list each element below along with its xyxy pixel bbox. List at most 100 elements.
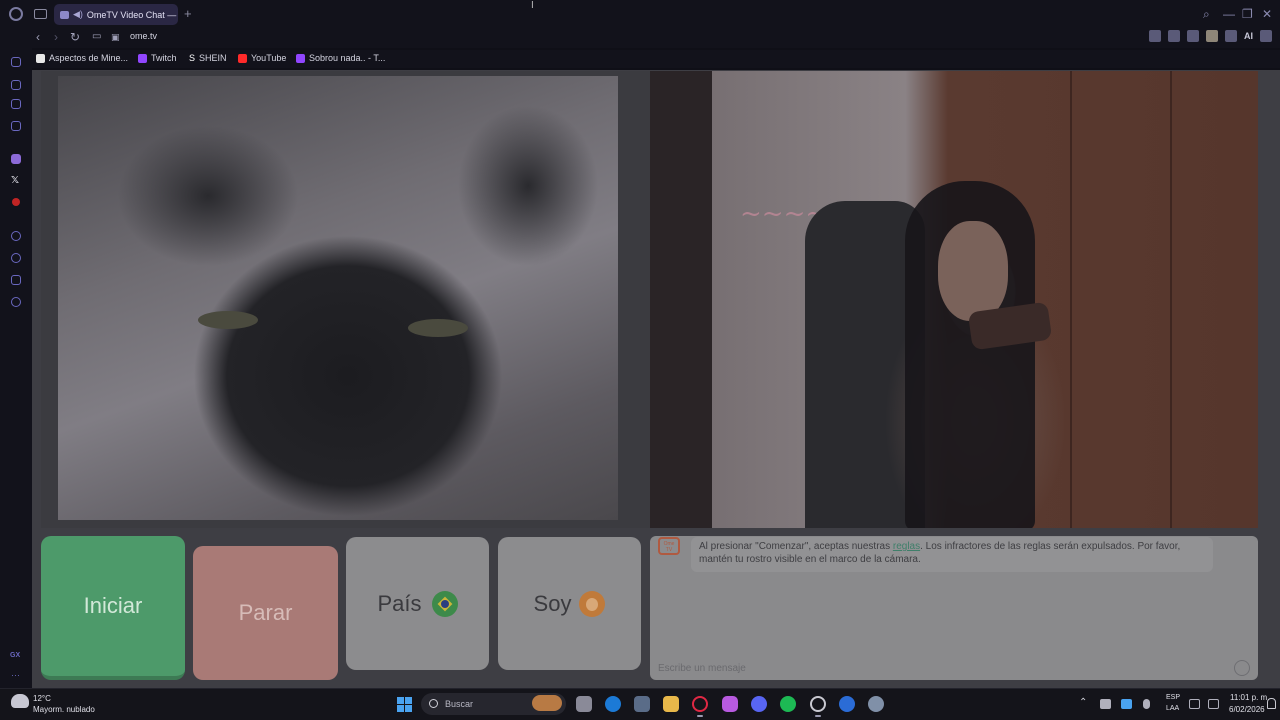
tab-audio-icon[interactable]: ◀) xyxy=(73,9,83,20)
tray-app-icon[interactable] xyxy=(1100,699,1111,709)
sidebar-history-icon[interactable] xyxy=(11,253,21,263)
download-icon[interactable] xyxy=(1225,30,1237,42)
opera-gx-icon[interactable] xyxy=(810,696,826,712)
tab-ometv[interactable]: ◀) OmeTV Video Chat — xyxy=(54,4,178,25)
weather-description[interactable]: Mayorm. nublado xyxy=(33,705,95,714)
cat-eye-left xyxy=(198,311,258,329)
bookmark-label: Aspectos de Mine... xyxy=(49,53,129,63)
mouse-cursor-icon: I xyxy=(531,0,534,11)
notice-text-before: Al presionar "Comenzar", aceptas nuestra… xyxy=(699,541,893,552)
sidebar-twitch-icon[interactable] xyxy=(11,154,21,164)
notification-bell-icon[interactable] xyxy=(1267,698,1276,709)
country-label: País xyxy=(377,590,422,616)
volume-icon[interactable] xyxy=(1208,699,1219,709)
bookmark-label: YouTube xyxy=(251,53,287,63)
clock-date[interactable]: 6/02/2026 xyxy=(1229,705,1265,714)
sidebar-more-icon[interactable]: ··· xyxy=(11,670,20,680)
start-label: Iniciar xyxy=(83,593,143,618)
settings-icon[interactable] xyxy=(868,696,884,712)
spotify-icon[interactable] xyxy=(780,696,796,712)
back-icon[interactable]: ‹ xyxy=(36,30,40,44)
edge-icon[interactable] xyxy=(605,696,621,712)
sidebar-gx-label[interactable]: GX xyxy=(10,652,20,659)
sidebar-news-icon[interactable] xyxy=(11,121,21,131)
start-button[interactable]: Iniciar xyxy=(41,536,185,680)
bookmark-shein[interactable]: S SHEIN xyxy=(189,53,227,63)
opera-icon[interactable] xyxy=(692,696,708,712)
stop-button[interactable]: Parar xyxy=(193,546,338,680)
tray-overflow-icon[interactable]: ⌃ xyxy=(1079,697,1087,708)
sidebar-x-icon[interactable]: 𝕏 xyxy=(11,176,21,186)
bookmark-label: Twitch xyxy=(151,53,177,63)
weather-cloud-icon[interactable] xyxy=(11,694,29,708)
bookmark-label: SHEIN xyxy=(199,53,227,63)
rules-link[interactable]: reglas xyxy=(893,541,920,552)
sidebar-extensions-icon[interactable] xyxy=(11,275,21,285)
gender-button[interactable]: Soy xyxy=(498,537,641,670)
twitch-icon xyxy=(138,53,147,63)
youtube-icon xyxy=(238,53,247,63)
bookmark-youtube[interactable]: YouTube xyxy=(238,53,286,63)
bookmark-sobrou-nada[interactable]: Sobrou nada.. - T... xyxy=(296,53,385,63)
opera-gx-logo-icon[interactable] xyxy=(9,7,23,21)
sidebar-gamepad-icon[interactable] xyxy=(11,99,21,109)
search-tabs-icon[interactable]: ⌕ xyxy=(1203,7,1210,21)
ometv-logo-text: Ome TV xyxy=(663,541,675,553)
gx-running-indicator xyxy=(815,715,821,717)
clock-time[interactable]: 11:01 p. m. xyxy=(1230,693,1269,702)
sidebar-youtube-icon[interactable] xyxy=(12,198,20,206)
remote-camera-feed: ~~~~ xyxy=(650,71,1258,528)
search-icon xyxy=(429,699,438,708)
sidebar-player-icon[interactable] xyxy=(11,231,21,241)
url-field[interactable]: ome.tv xyxy=(130,31,157,41)
bookmark-twitch[interactable]: Twitch xyxy=(138,53,177,63)
maximize-icon[interactable]: ❐ xyxy=(1242,7,1253,21)
tray-cloud-icon[interactable] xyxy=(1121,699,1132,709)
microphone-icon[interactable] xyxy=(1143,699,1150,709)
sidebar-speed-dial-icon[interactable] xyxy=(11,57,21,67)
search-highlight-image xyxy=(532,695,562,711)
app-icon[interactable] xyxy=(839,696,855,712)
wifi-icon[interactable] xyxy=(1189,699,1200,709)
wardrobe-edge xyxy=(1070,71,1072,528)
camera-icon[interactable]: ▭ xyxy=(92,30,101,44)
notion-icon xyxy=(36,53,45,63)
minimize-icon[interactable]: — xyxy=(1223,7,1235,21)
sidebar-bag-icon[interactable] xyxy=(11,80,21,90)
message-input[interactable]: Escribe un mensaje xyxy=(650,657,1258,680)
aria-ai-button[interactable]: AI xyxy=(1244,31,1253,41)
file-explorer-icon[interactable] xyxy=(663,696,679,712)
weather-temperature[interactable]: 12°C xyxy=(33,694,51,703)
system-notice: Al presionar "Comenzar", aceptas nuestra… xyxy=(691,537,1213,572)
browser-titlebar xyxy=(0,0,1280,28)
extension-icon[interactable] xyxy=(1168,30,1180,42)
input-layout[interactable]: LAA xyxy=(1166,705,1179,712)
brazil-flag-icon xyxy=(431,590,458,617)
tab-switcher-icon[interactable] xyxy=(34,9,47,19)
woman-avatar-icon xyxy=(579,590,606,617)
close-window-icon[interactable]: ✕ xyxy=(1262,7,1272,21)
cat-eye-right xyxy=(408,319,468,337)
new-tab-button[interactable]: + xyxy=(184,6,192,21)
store-icon[interactable] xyxy=(634,696,650,712)
extension-puzzle-icon[interactable] xyxy=(1187,30,1199,42)
copilot-icon[interactable] xyxy=(722,696,738,712)
windows-start-icon[interactable] xyxy=(397,697,412,712)
ometv-favicon-icon xyxy=(60,10,69,19)
profile-avatar[interactable] xyxy=(1206,30,1218,42)
wardrobe-edge xyxy=(1170,71,1172,528)
lock-icon[interactable]: ▣ xyxy=(111,30,120,44)
country-button[interactable]: País xyxy=(346,537,489,670)
input-language[interactable]: ESP xyxy=(1166,694,1180,701)
task-view-icon[interactable] xyxy=(576,696,592,712)
local-camera-feed xyxy=(58,76,618,520)
sidebar-settings-icon[interactable] xyxy=(11,297,21,307)
menu-icon[interactable] xyxy=(1260,30,1272,42)
emoji-icon[interactable] xyxy=(1234,660,1250,676)
forward-icon[interactable]: › xyxy=(54,30,58,44)
reload-icon[interactable]: ↻ xyxy=(70,30,80,44)
discord-icon[interactable] xyxy=(751,696,767,712)
browser-sidebar xyxy=(0,48,32,688)
bookmark-aspectos[interactable]: Aspectos de Mine... xyxy=(36,53,128,63)
extension-block-icon[interactable] xyxy=(1149,30,1161,42)
